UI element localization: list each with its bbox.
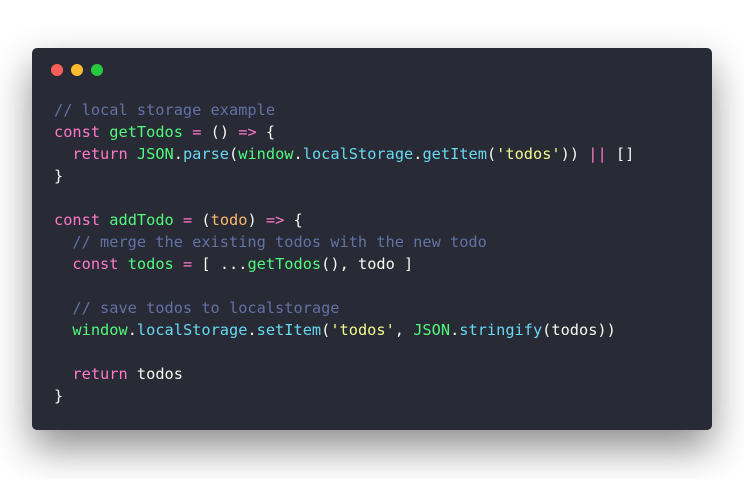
code-token: // merge the existing todos with the new… — [54, 233, 487, 251]
code-line: // local storage example — [54, 99, 634, 121]
code-token: [] — [606, 145, 635, 163]
code-token: const — [54, 123, 101, 141]
code-token: setItem — [256, 321, 322, 339]
code-token: || — [588, 145, 607, 163]
code-line: // save todos to localstorage — [54, 297, 634, 319]
code-token: 'todos' — [330, 321, 395, 339]
code-token: localStorage — [302, 145, 414, 163]
code-token: => — [265, 211, 285, 229]
code-token: ) — [247, 211, 266, 229]
code-window: // local storage example const getTodos =… — [32, 48, 712, 430]
code-token: getTodos — [247, 255, 322, 273]
code-token: [ ... — [192, 255, 248, 273]
code-token: ( — [321, 321, 331, 339]
code-token: . — [293, 145, 303, 163]
code-token: = — [182, 211, 193, 229]
code-token: . — [450, 321, 460, 339]
code-token: return — [72, 145, 128, 163]
code-token: { — [256, 123, 276, 141]
close-dot-icon[interactable] — [51, 64, 63, 76]
code-token: window — [72, 321, 128, 339]
code-token: } — [54, 167, 64, 185]
code-token: getItem — [422, 145, 487, 163]
maximize-dot-icon[interactable] — [91, 64, 103, 76]
code-line: return todos — [54, 363, 634, 385]
code-block: // local storage example const getTodos =… — [54, 99, 634, 407]
code-line: // merge the existing todos with the new… — [54, 231, 634, 253]
code-line: window.localStorage.setItem('todos', JSO… — [54, 319, 634, 341]
code-token: { — [284, 211, 303, 229]
code-token: stringify — [459, 321, 543, 339]
code-token: JSON — [136, 145, 174, 163]
code-token: . — [173, 145, 183, 163]
code-token: getTodos — [109, 123, 183, 141]
code-token: ( — [192, 211, 211, 229]
code-token: . — [247, 321, 257, 339]
code-token: window — [238, 145, 294, 163]
code-line: } — [54, 165, 634, 187]
code-token: addTodo — [109, 211, 174, 229]
code-token: JSON — [413, 321, 451, 339]
code-token: parse — [182, 145, 230, 163]
minimize-dot-icon[interactable] — [71, 64, 83, 76]
code-token: return — [72, 365, 128, 383]
code-token: // save todos to localstorage — [54, 299, 340, 317]
code-line: const todos = [ ...getTodos(), todo ] — [54, 253, 634, 275]
code-line: return JSON.parse(window.localStorage.ge… — [54, 143, 634, 165]
code-token: todos — [127, 255, 174, 273]
code-token: (), todo ] — [321, 255, 414, 273]
code-line: } — [54, 385, 634, 407]
code-token: = — [182, 255, 193, 273]
code-token: (todos)) — [542, 321, 616, 339]
code-token: } — [54, 387, 64, 405]
code-token: => — [238, 123, 257, 141]
code-token: ( — [229, 145, 239, 163]
code-token: const — [72, 255, 119, 273]
code-token: todo — [210, 211, 248, 229]
code-token: , — [394, 321, 414, 339]
code-token: const — [54, 211, 101, 229]
code-token: . — [127, 321, 137, 339]
code-token: localStorage — [136, 321, 248, 339]
code-token: // local storage example — [54, 101, 276, 119]
code-line: const getTodos = () => { — [54, 121, 634, 143]
code-line: const addTodo = (todo) => { — [54, 209, 634, 231]
code-token: )) — [560, 145, 589, 163]
code-token: ( — [486, 145, 497, 163]
code-token: 'todos' — [496, 145, 561, 163]
code-token: todos — [127, 365, 183, 383]
code-token: () — [201, 123, 239, 141]
